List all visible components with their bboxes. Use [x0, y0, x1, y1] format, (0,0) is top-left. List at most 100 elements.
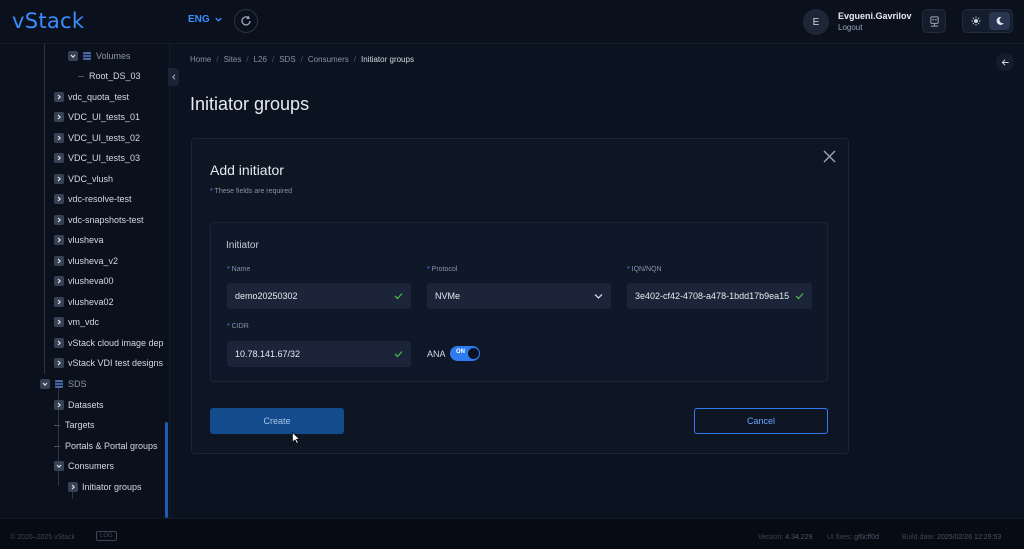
tree-connector [54, 445, 60, 447]
name-label: * Name [227, 266, 250, 273]
sidebar-item[interactable]: vlusheva02 [54, 293, 114, 311]
sidebar-scrollbar[interactable] [165, 422, 168, 518]
sidebar-collapse-button[interactable] [168, 68, 179, 86]
sidebar-item[interactable]: VDC_UI_tests_03 [54, 149, 140, 167]
breadcrumb-separator: / [216, 55, 219, 64]
chevron-down-icon[interactable] [40, 379, 50, 389]
sidebar-item[interactable]: VDC_vlush [54, 170, 113, 188]
chevron-right-icon[interactable] [54, 92, 64, 102]
breadcrumb-item[interactable]: SDS [279, 55, 295, 64]
chevron-right-icon[interactable] [54, 256, 64, 266]
form-title: Add initiator [210, 162, 284, 178]
tree-connector [54, 424, 60, 426]
sidebar-item-label: vStack VDI test designs [68, 358, 164, 368]
sidebar-item[interactable]: Datasets [54, 396, 104, 414]
breadcrumb-item: Initiator groups [361, 55, 414, 64]
protocol-label-text: Protocol [431, 266, 458, 273]
chevron-right-icon[interactable] [54, 174, 64, 184]
sidebar-item-label: vStack cloud image dep [68, 338, 164, 348]
chevron-right-icon[interactable] [54, 215, 64, 225]
ui-fixes-info: UI fixes: gf6cff0d [827, 534, 879, 541]
iqn-input[interactable]: 3e402-cf42-4708-a478-1bdd17b9ea15 [627, 283, 812, 309]
ana-label: ANA [427, 349, 446, 359]
cidr-input[interactable]: 10.78.141.67/32 [227, 341, 411, 367]
sidebar-item[interactable]: vdc-resolve-test [54, 190, 132, 208]
cidr-label: * CIDR [227, 323, 249, 330]
breadcrumb-item[interactable]: Consumers [308, 55, 349, 64]
cancel-button[interactable]: Cancel [694, 408, 828, 434]
chevron-right-icon[interactable] [54, 358, 64, 368]
sidebar-item-label: VDC_UI_tests_03 [68, 153, 141, 163]
chevron-right-icon[interactable] [54, 112, 64, 122]
section-title: Initiator [226, 240, 259, 251]
logout-link[interactable]: Logout [838, 23, 862, 32]
sidebar-item[interactable]: Initiator groups [68, 478, 142, 496]
breadcrumb-separator: / [300, 55, 303, 64]
sidebar-item[interactable]: vlusheva [54, 231, 104, 249]
chevron-right-icon[interactable] [54, 297, 64, 307]
chevron-right-icon[interactable] [54, 153, 64, 163]
sun-icon [971, 16, 980, 26]
refresh-button[interactable] [234, 9, 258, 33]
sidebar-item[interactable]: vStack VDI test designs [54, 354, 163, 372]
sidebar-item[interactable]: vdc_quota_test [54, 88, 129, 106]
sidebar-item[interactable]: Root_DS_03 [78, 67, 141, 85]
close-icon [823, 150, 836, 163]
chevron-down-icon[interactable] [68, 51, 78, 61]
sidebar-item[interactable]: VDC_UI_tests_02 [54, 129, 140, 147]
ana-toggle[interactable]: ON [450, 346, 480, 361]
sidebar-item[interactable]: vlusheva_v2 [54, 252, 118, 270]
sidebar-item[interactable]: vlusheva00 [54, 272, 114, 290]
sidebar-item[interactable]: Portals & Portal groups [54, 437, 158, 455]
sidebar-item-label: vlusheva02 [68, 297, 114, 307]
language-selector[interactable]: ENG [188, 14, 223, 25]
chevron-right-icon[interactable] [68, 482, 78, 492]
top-bar: vStack ENG E Evgueni.Gavrilov Logout [0, 0, 1024, 44]
light-theme-option[interactable] [965, 12, 986, 30]
sidebar-item-label: Initiator groups [82, 482, 142, 492]
logo-text: vStack [12, 9, 85, 33]
sidebar-item[interactable]: Consumers [54, 457, 114, 475]
close-button[interactable] [822, 149, 837, 164]
chevron-right-icon[interactable] [54, 338, 64, 348]
chevron-right-icon[interactable] [54, 194, 64, 204]
log-button[interactable]: LOG [96, 531, 117, 541]
create-button[interactable]: Create [210, 408, 344, 434]
back-button[interactable] [996, 53, 1014, 71]
sidebar-item-label: VDC_UI_tests_02 [68, 133, 141, 143]
name-input[interactable]: demo20250302 [227, 283, 411, 309]
protocol-label: * Protocol [427, 266, 457, 273]
sidebar-item-label: Volumes [96, 51, 131, 61]
sidebar-item[interactable]: Volumes [68, 47, 131, 65]
iqn-label: * IQN/NQN [627, 266, 662, 273]
sidebar-item[interactable]: vm_vdc [54, 313, 99, 331]
chevron-right-icon[interactable] [54, 276, 64, 286]
build-date-value: 2025/02/26 12:29:53 [937, 534, 1002, 541]
protocol-select[interactable]: NVMe [427, 283, 611, 309]
network-button[interactable] [922, 9, 946, 33]
sidebar-item[interactable]: SDS [40, 375, 87, 393]
sidebar-item[interactable]: VDC_UI_tests_01 [54, 108, 140, 126]
iqn-label-text: IQN/NQN [631, 266, 662, 273]
chevron-right-icon[interactable] [54, 317, 64, 327]
page-title: Initiator groups [190, 94, 310, 114]
user-avatar[interactable]: E [803, 9, 829, 35]
chevron-right-icon[interactable] [54, 235, 64, 245]
sidebar-item-label: vm_vdc [68, 317, 100, 327]
dark-theme-option[interactable] [989, 12, 1010, 30]
sidebar-item-label: VDC_UI_tests_01 [68, 112, 141, 122]
breadcrumb-item[interactable]: Home [190, 55, 211, 64]
sidebar-item[interactable]: vdc-snapshots-test [54, 211, 144, 229]
arrow-left-icon [1001, 58, 1009, 66]
sidebar-item[interactable]: vStack cloud image dep [54, 334, 164, 352]
check-icon [394, 293, 403, 300]
sidebar-item-label: Targets [65, 420, 95, 430]
chevron-right-icon[interactable] [54, 133, 64, 143]
breadcrumb-item[interactable]: L26 [254, 55, 267, 64]
vstack-logo[interactable]: vStack [12, 9, 84, 33]
breadcrumb-item[interactable]: Sites [224, 55, 242, 64]
sidebar-item[interactable]: Targets [54, 416, 95, 434]
chevron-down-icon[interactable] [54, 461, 64, 471]
chevron-down-icon [214, 17, 222, 22]
chevron-right-icon[interactable] [54, 400, 64, 410]
